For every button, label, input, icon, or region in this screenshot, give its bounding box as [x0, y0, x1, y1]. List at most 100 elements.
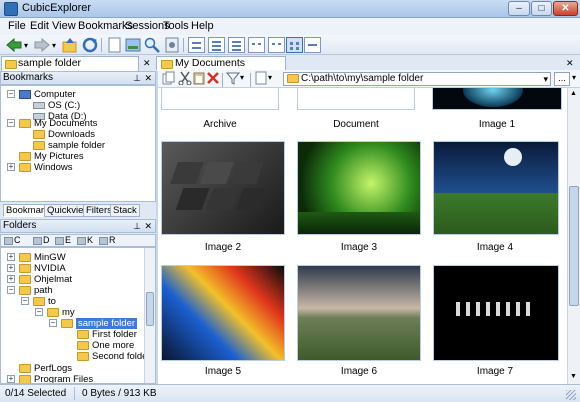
drive-e-button[interactable]: E [55, 235, 71, 246]
view-thumbnails-button[interactable] [286, 37, 303, 53]
expand-icon[interactable]: + [7, 375, 15, 383]
minimize-button[interactable]: – [508, 1, 530, 16]
file-caption[interactable]: Image 7 [435, 366, 555, 377]
view-filmstrip-button[interactable] [304, 37, 321, 53]
file-thumbnail[interactable] [161, 88, 279, 110]
panel-close-icon[interactable]: ✕ [144, 220, 152, 232]
file-thumbnail[interactable] [433, 265, 559, 361]
refresh-icon[interactable] [82, 37, 98, 53]
collapse-icon[interactable]: − [7, 119, 15, 127]
new-dropdown-icon[interactable]: ▾ [268, 73, 276, 89]
collapse-icon[interactable]: − [7, 286, 15, 294]
file-view-scrollbar[interactable]: ▲ ▼ [567, 88, 580, 384]
pin-icon[interactable]: ⊥ [133, 72, 141, 84]
folder-item[interactable]: to [33, 296, 56, 307]
forward-arrow-icon[interactable] [34, 37, 50, 53]
maximize-button[interactable]: □ [531, 1, 552, 16]
menu-edit[interactable]: Edit [30, 20, 49, 32]
expand-icon[interactable]: + [7, 163, 15, 171]
view-list-button[interactable] [228, 37, 245, 53]
file-thumbnail[interactable] [161, 141, 285, 235]
folders-scrollbar[interactable] [144, 248, 155, 383]
folder-item[interactable]: Ohjelmat [19, 274, 72, 285]
bookmark-item[interactable]: My Documents [19, 118, 97, 129]
file-caption[interactable]: Image 2 [163, 242, 283, 253]
folder-up-icon[interactable] [62, 37, 78, 53]
menu-tools[interactable]: Tools [163, 20, 189, 32]
file-caption[interactable]: Archive [160, 119, 280, 130]
bookmark-item[interactable]: Windows [19, 162, 73, 173]
resize-grip-icon[interactable] [566, 390, 576, 400]
collapse-icon[interactable]: − [49, 319, 57, 327]
back-arrow-icon[interactable] [6, 37, 22, 53]
bookmark-item[interactable]: My Pictures [19, 151, 84, 162]
folder-item[interactable]: Program Files [19, 374, 93, 383]
folder-item[interactable]: NVIDIA [19, 263, 66, 274]
search-icon[interactable] [144, 37, 160, 53]
bookmark-item[interactable]: Downloads [33, 129, 95, 140]
file-caption[interactable]: Image 1 [437, 119, 557, 130]
menu-view[interactable]: View [52, 20, 76, 32]
file-caption[interactable]: Image 6 [299, 366, 419, 377]
bookmark-item[interactable]: Computer [19, 89, 76, 100]
settings-icon[interactable] [164, 37, 180, 53]
tab-stack[interactable]: Stack [110, 204, 140, 217]
file-thumbnail[interactable] [432, 88, 562, 110]
view-large-icons-button[interactable] [188, 37, 205, 53]
file-caption[interactable]: Image 3 [299, 242, 419, 253]
go-button[interactable]: ... [554, 72, 570, 86]
bookmark-item[interactable]: sample folder [33, 140, 105, 151]
tab-close-icon[interactable]: ✕ [143, 58, 151, 69]
file-thumbnail[interactable] [433, 141, 559, 235]
folder-item[interactable]: One more [77, 340, 134, 351]
address-dropdown-icon[interactable]: ▾ [543, 73, 548, 85]
panel-close-icon[interactable]: ✕ [144, 72, 152, 84]
tab-sample-folder[interactable]: sample folder [1, 56, 139, 71]
new-file-icon[interactable] [106, 37, 122, 53]
folder-item[interactable]: path [19, 285, 53, 296]
copy-icon[interactable] [162, 71, 178, 87]
bookmark-item[interactable]: OS (C:) [33, 100, 80, 111]
pin-icon[interactable]: ⊥ [133, 220, 141, 232]
file-caption[interactable]: Document [296, 119, 416, 130]
expand-icon[interactable]: + [7, 264, 15, 272]
collapse-icon[interactable]: − [21, 297, 29, 305]
file-thumbnail[interactable] [161, 265, 285, 361]
scroll-down-icon[interactable]: ▼ [570, 373, 577, 380]
folder-item[interactable]: my [47, 307, 75, 318]
view-tiles-button[interactable] [248, 37, 265, 53]
folder-item-selected[interactable]: sample folder [61, 318, 138, 329]
menu-file[interactable]: File [8, 20, 26, 32]
folder-item[interactable]: First folder [77, 329, 137, 340]
expand-icon[interactable]: + [7, 275, 15, 283]
close-button[interactable]: ✕ [553, 1, 578, 16]
drive-k-button[interactable]: K [77, 235, 93, 246]
delete-icon[interactable] [206, 71, 222, 87]
go-dropdown-icon[interactable]: ▾ [572, 73, 576, 82]
file-thumbnail[interactable] [297, 141, 421, 235]
drive-c-button[interactable]: C [4, 235, 21, 246]
picture-icon[interactable] [125, 37, 141, 53]
file-caption[interactable]: Image 4 [435, 242, 555, 253]
file-thumbnail[interactable] [297, 88, 415, 110]
drive-d-button[interactable]: D [33, 235, 50, 246]
scroll-thumb[interactable] [569, 186, 579, 306]
file-caption[interactable]: Image 5 [163, 366, 283, 377]
file-thumbnail[interactable] [297, 265, 421, 361]
folder-item[interactable]: Second folder [77, 351, 151, 362]
tab-close-icon[interactable]: ✕ [566, 58, 574, 69]
collapse-icon[interactable]: − [35, 308, 43, 316]
scroll-thumb[interactable] [146, 292, 154, 326]
filter-dropdown-icon[interactable]: ▾ [240, 73, 248, 89]
menu-help[interactable]: Help [191, 20, 214, 32]
expand-icon[interactable]: + [7, 253, 15, 261]
scroll-up-icon[interactable]: ▲ [570, 90, 577, 97]
collapse-icon[interactable]: − [7, 90, 15, 98]
folder-item[interactable]: PerfLogs [19, 363, 72, 374]
view-small-icons-button[interactable] [268, 37, 285, 53]
address-field[interactable]: C:\path\to\my\sample folder ▾ [283, 72, 551, 86]
drive-r-button[interactable]: R [99, 235, 116, 246]
folder-item[interactable]: MinGW [19, 252, 66, 263]
view-details-button[interactable] [208, 37, 225, 53]
tab-my-documents[interactable]: My Documents [156, 56, 286, 71]
